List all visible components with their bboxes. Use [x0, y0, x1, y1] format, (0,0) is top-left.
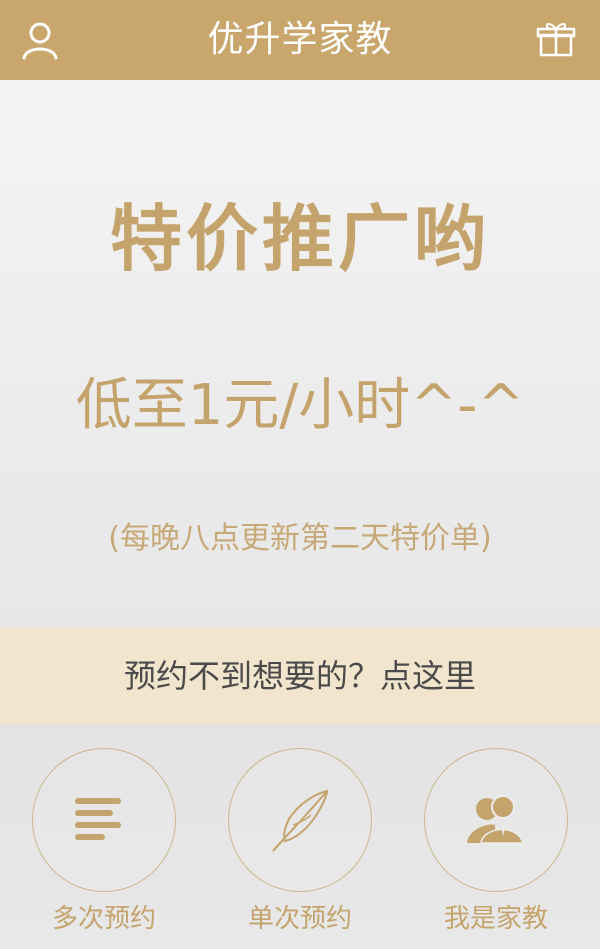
gift-icon[interactable] [534, 18, 578, 62]
single-booking-circle [228, 748, 372, 892]
multi-booking-label: 多次预约 [51, 904, 156, 934]
app-title: 优升学家教 [207, 19, 393, 60]
i-am-tutor-button[interactable]: 我是家教 [416, 724, 576, 949]
promo-headline: 特价推广哟 [109, 197, 490, 281]
i-am-tutor-label: 我是家教 [443, 904, 548, 934]
single-booking-label: 单次预约 [247, 904, 352, 934]
multi-booking-circle [32, 748, 176, 892]
i-am-tutor-circle [424, 748, 568, 892]
bottom-nav: 多次预约 单次预约 我是家教 [0, 724, 600, 949]
multi-booking-button[interactable]: 多次预约 [24, 724, 184, 949]
promo-banner: 特价推广哟 低至1元/小时^-^ (每晚八点更新第二天特价单) [0, 80, 600, 628]
people-icon [467, 795, 525, 844]
top-bar: 优升学家教 [0, 0, 600, 80]
feather-icon [272, 789, 329, 852]
list-lines-icon [75, 798, 121, 840]
single-booking-button[interactable]: 单次预约 [220, 724, 380, 949]
promo-note: (每晚八点更新第二天特价单) [108, 521, 492, 556]
request-tutor-bar[interactable]: 预约不到想要的？点这里 [0, 628, 600, 724]
request-tutor-label: 预约不到想要的？点这里 [123, 657, 476, 695]
screen: 优升学家教 特价推广哟 低至1元/小时^-^ (每晚八点更新第二天特价单) 预约… [0, 0, 600, 949]
promo-price: 低至1元/小时^-^ [75, 373, 525, 438]
